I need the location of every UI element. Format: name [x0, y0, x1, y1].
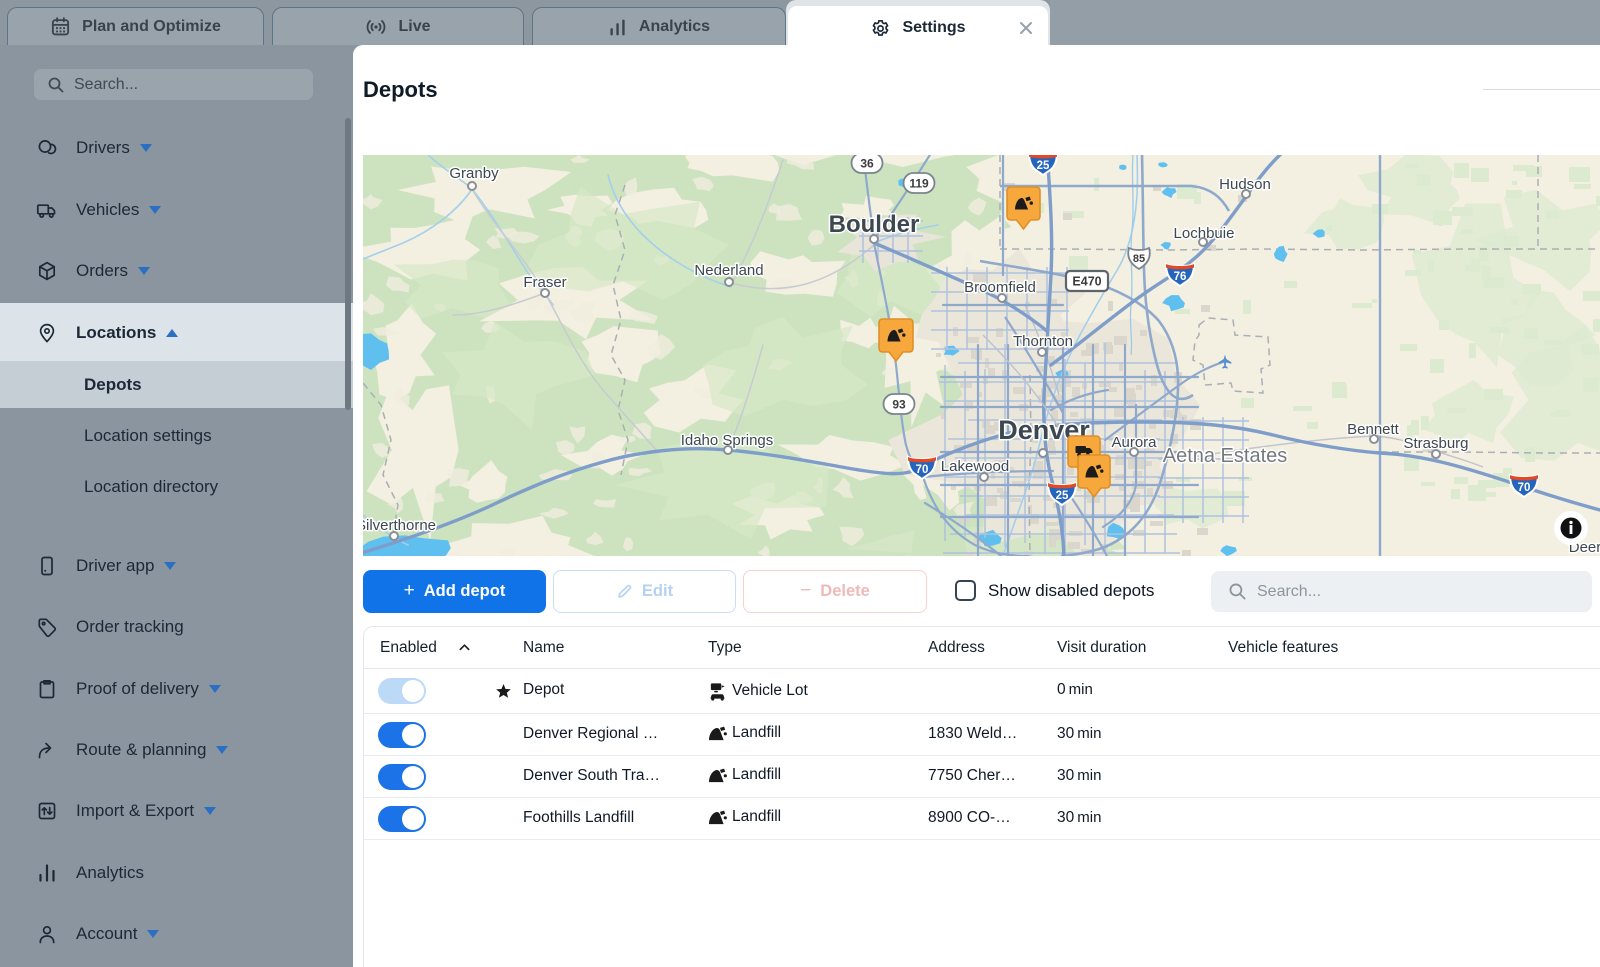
- svg-text:25: 25: [1056, 490, 1069, 502]
- svg-text:119: 119: [909, 177, 929, 191]
- svg-text:Granby: Granby: [449, 165, 499, 182]
- svg-text:85: 85: [1133, 253, 1145, 265]
- svg-text:25: 25: [1037, 160, 1050, 172]
- svg-text:36: 36: [860, 157, 874, 171]
- svg-text:70: 70: [1518, 482, 1531, 494]
- svg-text:Lakewood: Lakewood: [941, 458, 1009, 475]
- svg-text:Nederland: Nederland: [694, 262, 763, 279]
- svg-text:E470: E470: [1072, 275, 1101, 289]
- svg-text:76: 76: [1174, 271, 1187, 283]
- svg-text:70: 70: [916, 464, 929, 476]
- svg-text:Silverthorne: Silverthorne: [363, 517, 436, 534]
- svg-text:Aetna Estates: Aetna Estates: [1163, 445, 1288, 467]
- svg-text:Boulder: Boulder: [829, 211, 920, 238]
- svg-text:93: 93: [892, 398, 906, 412]
